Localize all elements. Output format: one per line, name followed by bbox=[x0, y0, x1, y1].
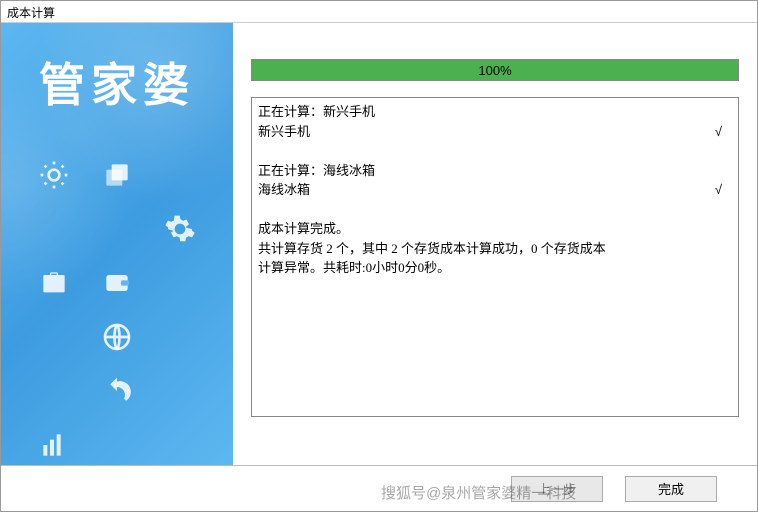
finish-button[interactable]: 完成 bbox=[625, 476, 717, 502]
wallet-icon bbox=[99, 265, 135, 301]
log-line: 成本计算完成。 bbox=[258, 219, 732, 239]
log-output: 正在计算：新兴手机新兴手机√ 正在计算：海线冰箱海线冰箱√ 成本计算完成。共计算… bbox=[251, 97, 739, 417]
log-line: 新兴手机√ bbox=[258, 122, 732, 142]
log-line: 正在计算：新兴手机 bbox=[258, 102, 732, 122]
sidebar: 管家婆 bbox=[1, 23, 233, 465]
log-line: 正在计算：海线冰箱 bbox=[258, 161, 732, 181]
log-line: 共计算存货 2 个，其中 2 个存货成本计算成功，0 个存货成本 bbox=[258, 239, 732, 259]
window-title: 成本计算 bbox=[1, 1, 757, 23]
app-logo: 管家婆 bbox=[1, 23, 233, 125]
gear-icon bbox=[162, 211, 198, 247]
sun-icon bbox=[36, 157, 72, 193]
log-line bbox=[258, 200, 732, 220]
globe-icon bbox=[99, 319, 135, 355]
log-line: 计算异常。共耗时:0小时0分0秒。 bbox=[258, 258, 732, 278]
button-bar: 上一步 完成 bbox=[1, 465, 757, 511]
progress-label: 100% bbox=[478, 63, 511, 78]
log-line bbox=[258, 141, 732, 161]
stack-icon bbox=[99, 157, 135, 193]
chart-icon bbox=[36, 427, 72, 463]
log-line: 海线冰箱√ bbox=[258, 180, 732, 200]
progress-bar: 100% bbox=[251, 59, 739, 81]
main-panel: 100% 正在计算：新兴手机新兴手机√ 正在计算：海线冰箱海线冰箱√ 成本计算完… bbox=[233, 23, 757, 465]
briefcase-icon bbox=[36, 265, 72, 301]
undo-icon bbox=[99, 373, 135, 409]
prev-button: 上一步 bbox=[511, 476, 603, 502]
